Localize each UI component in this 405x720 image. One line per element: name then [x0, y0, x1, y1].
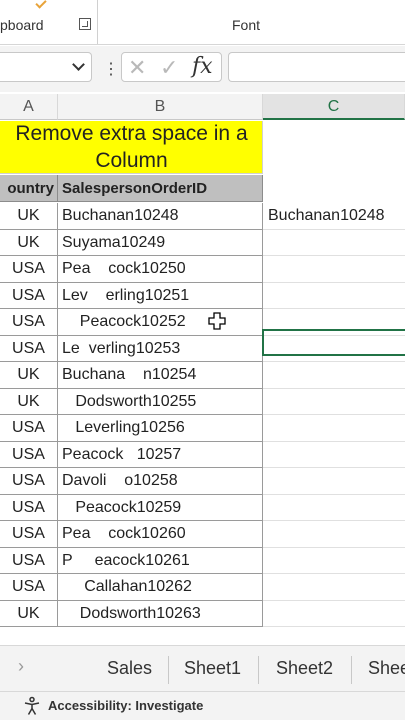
active-cell-selection[interactable] [262, 329, 405, 356]
format-painter-icon[interactable] [35, 0, 47, 9]
cell-result[interactable] [263, 468, 405, 495]
sheet-tab-bar: › Sales Sheet1 Sheet2 Shee [0, 645, 405, 691]
cell-country[interactable]: USA [0, 494, 58, 521]
cell-result[interactable] [263, 362, 405, 389]
cell-country[interactable]: UK [0, 203, 58, 230]
cell-result[interactable] [263, 230, 405, 256]
chevron-right-icon[interactable]: › [18, 656, 24, 677]
worksheet-grid[interactable]: A B C Remove extra space in a Column oun… [0, 94, 405, 634]
table-row: UK Buchanan10248 Buchanan10248 [0, 203, 405, 230]
cell-order-id[interactable]: Leverling10256 [58, 415, 263, 442]
tab-divider [168, 656, 169, 684]
cell-result[interactable] [263, 256, 405, 283]
cell-country[interactable]: USA [0, 441, 58, 468]
accessibility-icon [24, 696, 40, 715]
table-row: USA P eacock10261 [0, 547, 405, 574]
table-row: USA Leverling10256 [0, 415, 405, 442]
formula-buttons: ✕ ✓ fx [121, 52, 222, 82]
cell-order-id[interactable]: Peacock10259 [58, 494, 263, 521]
cell-country[interactable]: UK [0, 600, 58, 627]
cell-country[interactable]: UK [0, 362, 58, 389]
cell-result[interactable] [263, 415, 405, 442]
cell-order-id[interactable]: Pea cock10250 [58, 256, 263, 283]
cell-result[interactable] [263, 389, 405, 415]
cell-result[interactable] [263, 601, 405, 627]
cell-result[interactable] [263, 521, 405, 548]
tab-sales[interactable]: Sales [107, 658, 152, 679]
tab-sheet3[interactable]: Shee [368, 658, 405, 679]
table-row: UK Dodsworth10255 [0, 388, 405, 415]
cell-order-id[interactable]: Buchanan10248 [58, 203, 263, 230]
table-row: USA Davoli o10258 [0, 468, 405, 495]
tab-divider [351, 656, 352, 684]
cell-result[interactable]: Buchanan10248 [263, 203, 405, 230]
cell-order-id[interactable]: Pea cock10260 [58, 521, 263, 548]
chevron-down-icon[interactable] [72, 58, 85, 71]
cell-result[interactable] [263, 283, 405, 309]
cell-cursor-icon [208, 312, 226, 330]
column-header-c[interactable]: C [263, 94, 405, 120]
tab-sheet1[interactable]: Sheet1 [184, 658, 241, 679]
cell-order-id[interactable]: Callahan10262 [58, 574, 263, 601]
font-group-label: Font [232, 17, 261, 33]
enter-check-icon[interactable]: ✓ [160, 55, 178, 81]
cell-country[interactable]: USA [0, 547, 58, 574]
clipboard-group-label: pboard [0, 17, 44, 33]
table-row: USA Lev erling10251 [0, 282, 405, 309]
cell-country[interactable]: USA [0, 574, 58, 601]
cell-order-id[interactable]: Dodsworth10255 [58, 388, 263, 415]
cell-country[interactable]: USA [0, 335, 58, 362]
cell-result[interactable] [263, 574, 405, 601]
cell-order-id[interactable]: Davoli o10258 [58, 468, 263, 495]
cell-order-id[interactable]: Lev erling10251 [58, 282, 263, 309]
cell-result[interactable] [263, 548, 405, 574]
column-header-a[interactable]: A [0, 94, 58, 120]
ribbon: pboard Font [0, 0, 405, 45]
cell-country[interactable]: UK [0, 388, 58, 415]
table-row: UK Buchana n10254 [0, 362, 405, 389]
cell-country[interactable]: USA [0, 521, 58, 548]
cell-order-id[interactable]: Peacock10252 [58, 309, 263, 336]
cell-order-id[interactable]: Le verling10253 [58, 335, 263, 362]
cancel-icon[interactable]: ✕ [128, 55, 146, 81]
more-options-icon[interactable]: ⋮ [103, 59, 119, 79]
cell-order-id[interactable]: P eacock10261 [58, 547, 263, 574]
cell-country[interactable]: USA [0, 415, 58, 442]
table-row: USA Pea cock10250 [0, 256, 405, 283]
formula-input[interactable] [228, 52, 405, 82]
table-row: USA Peacock10259 [0, 494, 405, 521]
tab-divider [258, 656, 259, 684]
cell-country[interactable]: USA [0, 256, 58, 283]
title-line-2: Column [95, 149, 168, 172]
insert-function-icon[interactable]: fx [192, 54, 213, 79]
table-row: UK Suyama10249 [0, 229, 405, 256]
cell-order-id[interactable]: Suyama10249 [58, 229, 263, 256]
ribbon-divider [97, 0, 98, 44]
table-row: UK Dodsworth10263 [0, 600, 405, 627]
accessibility-status[interactable]: Accessibility: Investigate [48, 698, 203, 713]
cell-order-id[interactable]: Peacock 10257 [58, 441, 263, 468]
cell-result[interactable] [263, 442, 405, 468]
tab-sheet2[interactable]: Sheet2 [276, 658, 333, 679]
cell-order-id[interactable]: Buchana n10254 [58, 362, 263, 389]
cell-result[interactable] [263, 495, 405, 521]
clipboard-dialog-launcher-icon[interactable] [79, 18, 91, 30]
cell-country[interactable]: USA [0, 282, 58, 309]
table-row: USA Callahan10262 [0, 574, 405, 601]
header-cell-order-id[interactable]: SalespersonOrderID [58, 175, 263, 202]
table-row: USA Peacock 10257 [0, 441, 405, 468]
title-line-1: Remove extra space in a [15, 122, 248, 145]
header-cell-country[interactable]: ountry [0, 175, 58, 202]
cell-country[interactable]: UK [0, 229, 58, 256]
cell-country[interactable]: USA [0, 468, 58, 495]
table-row: USA Pea cock10260 [0, 521, 405, 548]
title-cell[interactable]: Remove extra space in a Column [0, 121, 263, 174]
name-box[interactable] [0, 52, 92, 82]
formula-bar: ⋮ ✕ ✓ fx [0, 46, 405, 92]
column-header-b[interactable]: B [58, 94, 263, 120]
status-bar: Accessibility: Investigate [0, 691, 405, 720]
cell-country[interactable]: USA [0, 309, 58, 336]
cell-order-id[interactable]: Dodsworth10263 [58, 600, 263, 627]
